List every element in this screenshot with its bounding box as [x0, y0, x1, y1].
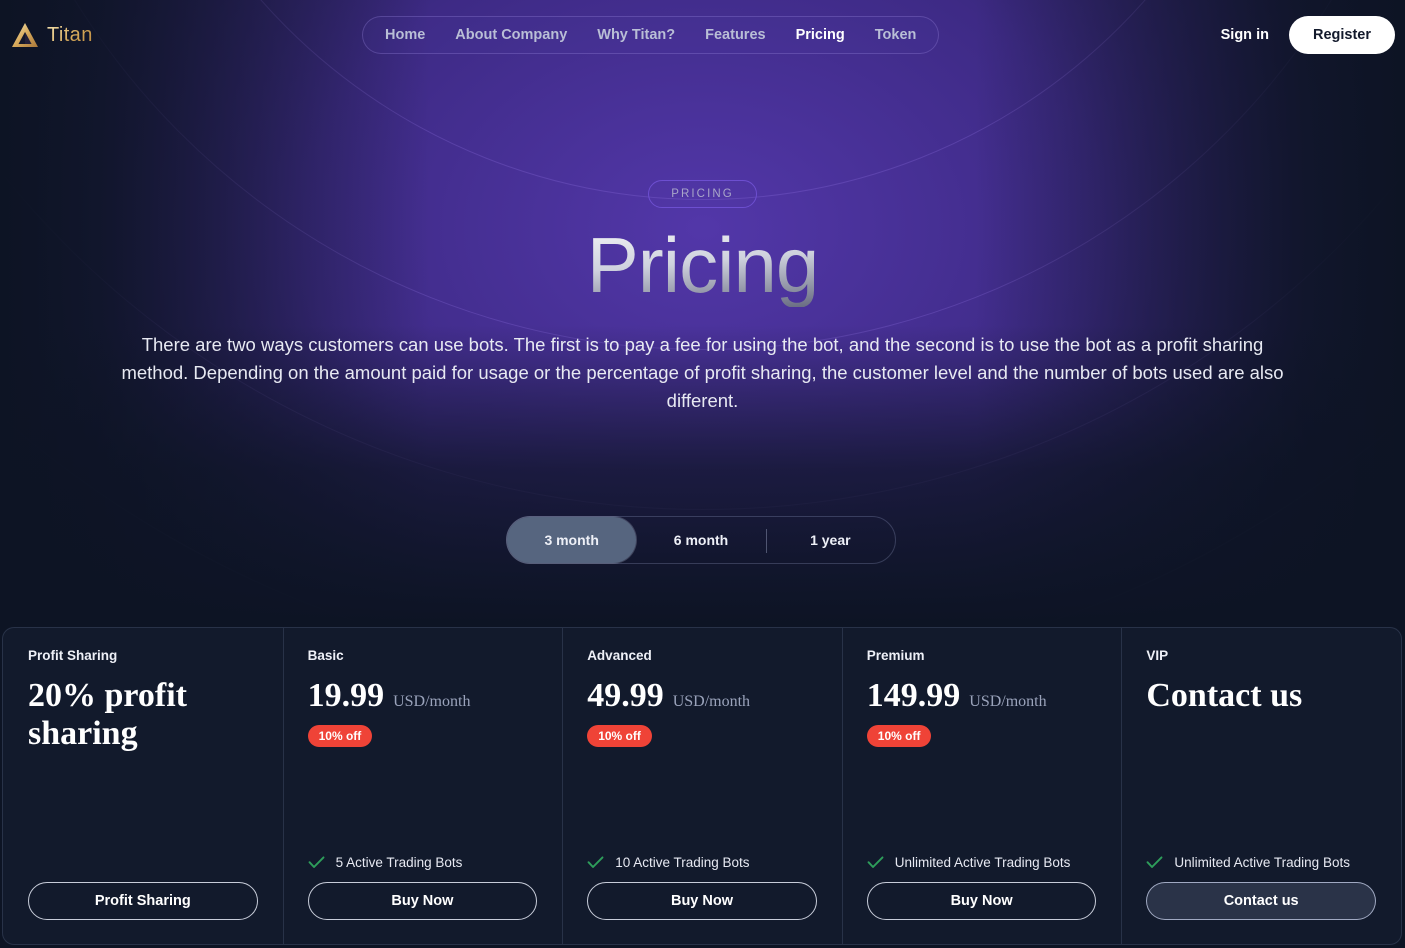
- plan-feature-label: Unlimited Active Trading Bots: [894, 855, 1071, 870]
- billing-option-6-month[interactable]: 6 month: [636, 517, 765, 563]
- brand-logo[interactable]: Titan: [10, 21, 93, 49]
- price-row: 19.99 USD/month: [308, 677, 538, 715]
- buy-now-button-basic[interactable]: Buy Now: [307, 882, 538, 920]
- price-row: 149.99 USD/month: [867, 677, 1097, 715]
- pricing-card-advanced: Advanced 49.99 USD/month 10% off 10 Acti…: [562, 628, 842, 944]
- buy-now-button-premium[interactable]: Buy Now: [866, 882, 1097, 920]
- discount-badge: 10% off: [307, 725, 373, 747]
- nav-item-token[interactable]: Token: [875, 27, 917, 43]
- pricing-card-premium: Premium 149.99 USD/month 10% off Unlimit…: [841, 628, 1122, 944]
- pricing-badge: PRICING: [648, 180, 757, 208]
- plan-headline: Contact us: [1146, 677, 1303, 714]
- plan-feature-label: Unlimited Active Trading Bots: [1174, 855, 1350, 870]
- profit-sharing-button[interactable]: Profit Sharing: [28, 882, 258, 920]
- titan-triangle-logo-icon: [12, 23, 38, 47]
- buy-now-button-advanced[interactable]: Buy Now: [587, 882, 817, 920]
- plan-feature-label: 10 Active Trading Bots: [615, 855, 750, 870]
- plan-name: Profit Sharing: [28, 648, 118, 663]
- price-amount: 49.99: [587, 677, 664, 714]
- contact-us-button[interactable]: Contact us: [1146, 882, 1376, 920]
- discount-badge: 10% off: [587, 725, 652, 747]
- plan-name: VIP: [1146, 648, 1169, 663]
- plan-feature: 10 Active Trading Bots: [587, 855, 817, 870]
- pricing-table: Profit Sharing 20% profit sharing Profit…: [2, 627, 1402, 945]
- billing-option-3-month[interactable]: 3 month: [507, 517, 637, 563]
- plan-name: Advanced: [587, 648, 652, 663]
- pricing-card-vip: VIP Contact us Unlimited Active Trading …: [1121, 628, 1401, 944]
- plan-name: Basic: [307, 648, 344, 663]
- plan-feature-label: 5 Active Trading Bots: [335, 855, 463, 870]
- price-amount: 19.99: [307, 677, 385, 714]
- sign-in-link[interactable]: Sign in: [1221, 27, 1269, 43]
- billing-option-1-year[interactable]: 1 year: [765, 517, 895, 563]
- page-title: Pricing: [0, 224, 1405, 307]
- price-row: 49.99 USD/month: [587, 677, 817, 715]
- nav-item-pricing[interactable]: Pricing: [796, 27, 845, 43]
- check-icon: [587, 856, 604, 868]
- check-icon: [308, 856, 325, 868]
- nav-item-why-titan[interactable]: Why Titan?: [597, 27, 675, 43]
- nav-item-features[interactable]: Features: [705, 27, 765, 43]
- hero-description: There are two ways customers can use bot…: [121, 333, 1284, 411]
- site-header: Titan Home About Company Why Titan? Feat…: [0, 0, 1405, 70]
- price-unit: USD/month: [393, 693, 471, 710]
- pricing-card-basic: Basic 19.99 USD/month 10% off 5 Active T…: [282, 628, 563, 944]
- plan-feature: Unlimited Active Trading Bots: [867, 855, 1097, 870]
- nav-item-about-company[interactable]: About Company: [455, 27, 567, 43]
- brand-name: Titan: [47, 23, 93, 46]
- pricing-card-profit-sharing: Profit Sharing 20% profit sharing Profit…: [3, 628, 283, 944]
- billing-period-toggle: 3 month 6 month 1 year: [506, 516, 896, 564]
- price-unit: USD/month: [969, 693, 1047, 710]
- discount-badge: 10% off: [866, 725, 932, 747]
- price-unit: USD/month: [672, 693, 751, 710]
- check-icon: [1146, 856, 1163, 868]
- register-button[interactable]: Register: [1288, 16, 1395, 54]
- plan-name: Premium: [866, 648, 925, 663]
- plan-feature: 5 Active Trading Bots: [308, 855, 538, 870]
- nav-item-home[interactable]: Home: [385, 27, 425, 43]
- main-navigation: Home About Company Why Titan? Features P…: [362, 16, 940, 54]
- plan-feature: Unlimited Active Trading Bots: [1146, 855, 1376, 870]
- check-icon: [867, 856, 884, 868]
- auth-actions: Sign in Register: [1221, 16, 1395, 54]
- price-amount: 149.99: [866, 677, 961, 714]
- plan-headline: 20% profit sharing: [28, 677, 187, 753]
